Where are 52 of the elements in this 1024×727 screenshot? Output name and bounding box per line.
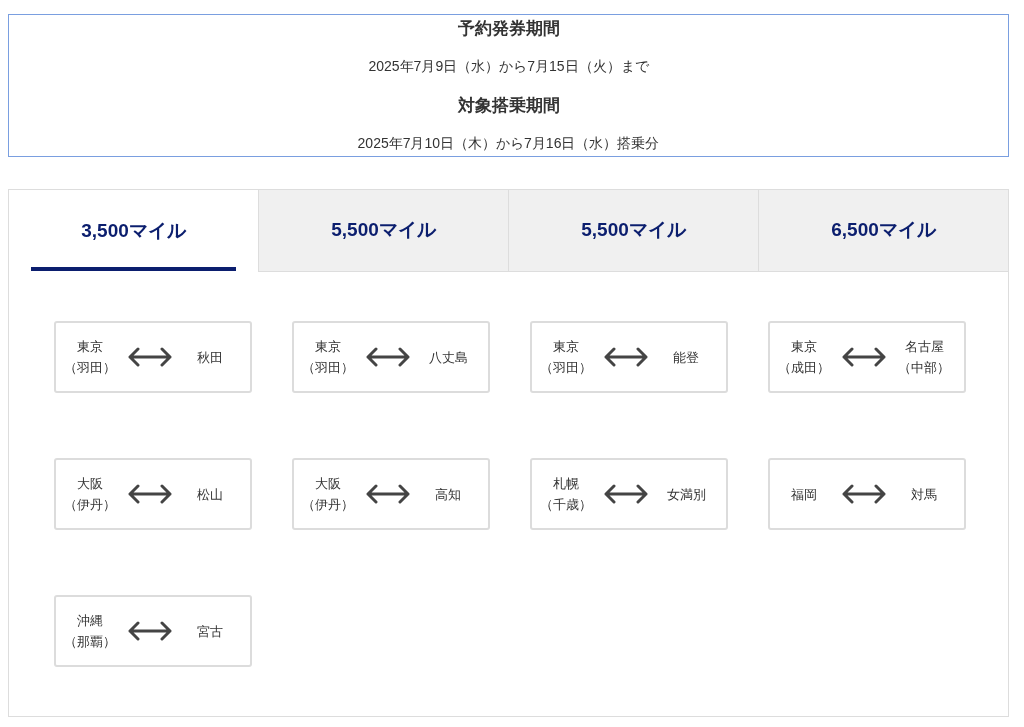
period-heading: 対象搭乗期間	[457, 95, 560, 117]
two-way-arrow-icon	[842, 346, 886, 368]
airport-name: 大阪	[77, 475, 103, 493]
airport-name: 札幌	[553, 475, 579, 493]
airport-name: 名古屋	[904, 338, 944, 356]
route-card[interactable]: 東京 （羽田） 秋田	[54, 321, 252, 393]
two-way-arrow-icon	[128, 483, 172, 505]
period-dates: 2025年7月9日（水）から7月15日（火）まで	[368, 57, 649, 76]
airport-name: 大阪	[315, 475, 341, 493]
airport-name: （中部）	[898, 359, 950, 377]
route-card[interactable]: 福岡 対馬	[768, 458, 966, 530]
route-card[interactable]: 東京 （羽田） 八丈島	[292, 321, 490, 393]
airport-name: 宮古	[197, 622, 223, 641]
period-heading: 予約発券期間	[457, 18, 560, 40]
two-way-arrow-icon	[604, 346, 648, 368]
route-card[interactable]: 札幌 （千歳） 女満別	[530, 458, 728, 530]
route-card[interactable]: 沖縄 （那覇） 宮古	[54, 595, 252, 667]
route-card[interactable]: 大阪 （伊丹） 松山	[54, 458, 252, 530]
airport-name: 秋田	[197, 348, 223, 367]
two-way-arrow-icon	[128, 620, 172, 642]
two-way-arrow-icon	[366, 483, 410, 505]
route-card[interactable]: 東京 （羽田） 能登	[530, 321, 728, 393]
airport-name: （羽田）	[64, 359, 116, 377]
airport-name: 東京	[791, 338, 817, 356]
two-way-arrow-icon	[128, 346, 172, 368]
airport-name: 東京	[77, 338, 103, 356]
route-card[interactable]: 大阪 （伊丹） 高知	[292, 458, 490, 530]
airport-name: （伊丹）	[302, 496, 354, 514]
airport-name: （羽田）	[540, 359, 592, 377]
two-way-arrow-icon	[366, 346, 410, 368]
airport-name: （那覇）	[64, 633, 116, 651]
two-way-arrow-icon	[842, 483, 886, 505]
airport-name: 対馬	[911, 485, 937, 504]
fare-tab[interactable]: 6,500マイル	[758, 190, 1008, 272]
airport-name: 松山	[197, 485, 223, 504]
airport-name: 高知	[435, 485, 461, 504]
airport-name: 東京	[553, 338, 579, 356]
airport-name: 福岡	[791, 485, 817, 504]
airport-name: （成田）	[778, 359, 830, 377]
airport-name: 東京	[315, 338, 341, 356]
period-dates: 2025年7月10日（木）から7月16日（水）搭乗分	[357, 134, 660, 153]
airport-name: （伊丹）	[64, 496, 116, 514]
two-way-arrow-icon	[604, 483, 648, 505]
airport-name: 女満別	[666, 485, 706, 504]
airport-name: （千歳）	[540, 496, 592, 514]
airport-name: 能登	[673, 348, 699, 367]
fare-tab[interactable]: 5,500マイル	[258, 190, 508, 272]
airport-name: 沖縄	[77, 612, 103, 630]
airport-name: 八丈島	[428, 348, 468, 367]
fare-tab[interactable]: 5,500マイル	[508, 190, 758, 272]
route-card[interactable]: 東京 （成田） 名古屋 （中部）	[768, 321, 966, 393]
airport-name: （羽田）	[302, 359, 354, 377]
